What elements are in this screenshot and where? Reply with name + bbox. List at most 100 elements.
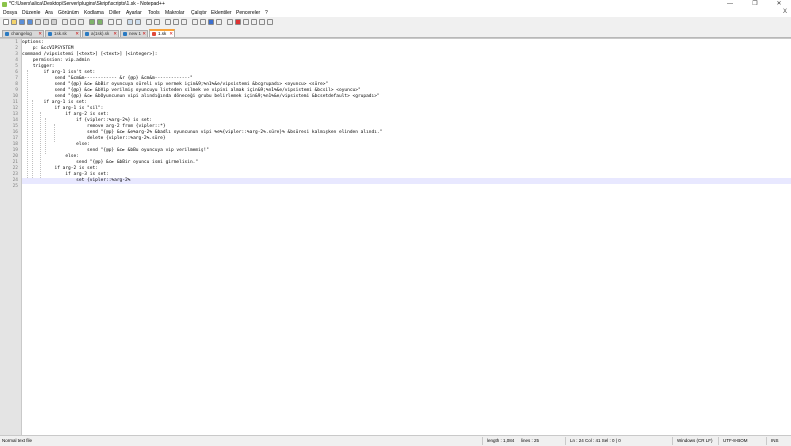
- close-file-icon[interactable]: [35, 19, 41, 25]
- line-number: 12: [12, 106, 18, 111]
- tab-label: 1.sk: [158, 31, 167, 36]
- notepad-plus-plus-icon: [2, 2, 7, 7]
- paste-icon[interactable]: [78, 19, 84, 25]
- function-list-icon[interactable]: [208, 19, 214, 25]
- save-all-icon[interactable]: [27, 19, 33, 25]
- language-icon[interactable]: [192, 19, 198, 25]
- indent-guide: [27, 70, 28, 178]
- close-all-icon[interactable]: [43, 19, 49, 25]
- unsaved-file-icon: [152, 32, 156, 36]
- tab-label: 1sk.sk: [54, 31, 67, 36]
- menu-calistir[interactable]: Çalıştır: [191, 10, 207, 16]
- tab-new-1[interactable]: new 1 ✕: [120, 30, 148, 37]
- cut-icon[interactable]: [62, 19, 68, 25]
- print-icon[interactable]: [51, 19, 57, 25]
- menu-pencereler[interactable]: Pencereler: [236, 10, 260, 16]
- line-number: 5: [15, 64, 18, 69]
- insert-mode-label[interactable]: INS: [771, 438, 779, 443]
- file-type-label: Normal text file: [2, 438, 33, 443]
- maximize-button[interactable]: ❐: [743, 0, 767, 9]
- length-label: length : 1,084: [487, 438, 515, 443]
- status-divider: [718, 437, 719, 445]
- encoding-label[interactable]: UTF-8-BOM: [723, 438, 748, 443]
- file-icon: [5, 32, 9, 36]
- indent-guide: [45, 118, 46, 154]
- open-file-icon[interactable]: [11, 19, 17, 25]
- line-number: 14: [12, 118, 18, 123]
- replace-icon[interactable]: [116, 19, 122, 25]
- close-document-button[interactable]: X: [783, 9, 787, 15]
- tab-label: a(1sk).sk: [91, 31, 110, 36]
- menu-gorunum[interactable]: Görünüm: [58, 10, 79, 16]
- indent-guide-icon[interactable]: [181, 19, 187, 25]
- status-divider: [482, 437, 483, 445]
- line-number: 6: [15, 70, 18, 75]
- lines-label: lines : 25: [521, 438, 540, 443]
- status-divider: [672, 437, 673, 445]
- status-bar: Normal text file length : 1,084 lines : …: [0, 435, 791, 446]
- menu-duzenle[interactable]: Düzenle: [22, 10, 40, 16]
- line-number: 21: [12, 160, 18, 165]
- word-wrap-icon[interactable]: [165, 19, 171, 25]
- close-tab-icon[interactable]: ✕: [38, 31, 42, 37]
- show-all-characters-icon[interactable]: [173, 19, 179, 25]
- menu-ayarlar[interactable]: Ayarlar: [126, 10, 142, 16]
- play-macro-icon[interactable]: [251, 19, 257, 25]
- document-map-icon[interactable]: [200, 19, 206, 25]
- stop-macro-icon[interactable]: [243, 19, 249, 25]
- record-macro-icon[interactable]: [235, 19, 241, 25]
- close-tab-icon[interactable]: ✕: [113, 31, 117, 37]
- zoom-out-icon[interactable]: [135, 19, 141, 25]
- tab-1-sk-active[interactable]: 1.sk ✕: [149, 29, 175, 37]
- line-number: 25: [12, 184, 18, 189]
- close-tab-icon[interactable]: ✕: [142, 31, 146, 37]
- monitoring-icon[interactable]: [227, 19, 233, 25]
- indent-guide: [40, 112, 41, 178]
- menu-eklentiler[interactable]: Eklentiler: [211, 10, 232, 16]
- close-window-button[interactable]: ✕: [767, 0, 791, 9]
- undo-icon[interactable]: [89, 19, 95, 25]
- menu-help[interactable]: ?: [265, 10, 268, 16]
- line-number: 20: [12, 154, 18, 159]
- tab-changelog[interactable]: changelog ✕: [2, 30, 44, 37]
- redo-icon[interactable]: [97, 19, 103, 25]
- run-macro-multiple-icon[interactable]: [259, 19, 265, 25]
- menu-diller[interactable]: Diller: [109, 10, 120, 16]
- close-tab-icon[interactable]: ✕: [75, 31, 79, 37]
- menu-ara[interactable]: Ara: [45, 10, 53, 16]
- menu-kodlama[interactable]: Kodlama: [84, 10, 104, 16]
- sync-horizontal-icon[interactable]: [154, 19, 160, 25]
- menu-makrolar[interactable]: Makrolar: [165, 10, 184, 16]
- copy-icon[interactable]: [70, 19, 76, 25]
- sync-vertical-icon[interactable]: [146, 19, 152, 25]
- editor-area[interactable]: 1 2 3 4 5 6 7 8 9 10 11 12 13 14 15 16 17 18 19 20 21 22 23 24 2…: [0, 38, 791, 436]
- line-number: 8: [15, 82, 18, 87]
- menu-tools[interactable]: Tools: [148, 10, 160, 16]
- code-line[interactable]: [22, 184, 791, 190]
- file-icon: [123, 32, 127, 36]
- new-file-icon[interactable]: [3, 19, 9, 25]
- tab-label: changelog: [11, 31, 32, 36]
- indent-guide: [54, 124, 55, 142]
- line-number: 16: [12, 130, 18, 135]
- line-number-gutter: 1 2 3 4 5 6 7 8 9 10 11 12 13 14 15 16 17 18 19 20 21 22 23 24 2…: [0, 39, 22, 436]
- save-macro-icon[interactable]: [267, 19, 273, 25]
- tab-bar: changelog ✕ 1sk.sk ✕ a(1sk).sk ✕ new 1 ✕…: [0, 28, 791, 38]
- indent-guide: [32, 100, 33, 178]
- code-text-area[interactable]: options: p: &ccVIPSYSTEM command /vipsist…: [22, 39, 791, 436]
- cursor-position-label: Ln : 24 Col : 41 Sel : 0 | 0: [570, 438, 621, 443]
- tab-a-1sk[interactable]: a(1sk).sk ✕: [82, 30, 119, 37]
- close-tab-icon[interactable]: ✕: [169, 31, 173, 37]
- minimize-button[interactable]: —: [718, 0, 742, 9]
- find-icon[interactable]: [108, 19, 114, 25]
- line-number: 4: [15, 58, 18, 63]
- folder-workspace-icon[interactable]: [216, 19, 222, 25]
- eol-format-label[interactable]: Windows (CR LF): [677, 438, 713, 443]
- line-number: 3: [15, 52, 18, 57]
- line-number: 11: [12, 100, 18, 105]
- zoom-in-icon[interactable]: [127, 19, 133, 25]
- tab-1sk[interactable]: 1sk.sk ✕: [45, 30, 81, 37]
- save-icon[interactable]: [19, 19, 25, 25]
- status-divider: [565, 437, 566, 445]
- menu-dosya[interactable]: Dosya: [3, 10, 17, 16]
